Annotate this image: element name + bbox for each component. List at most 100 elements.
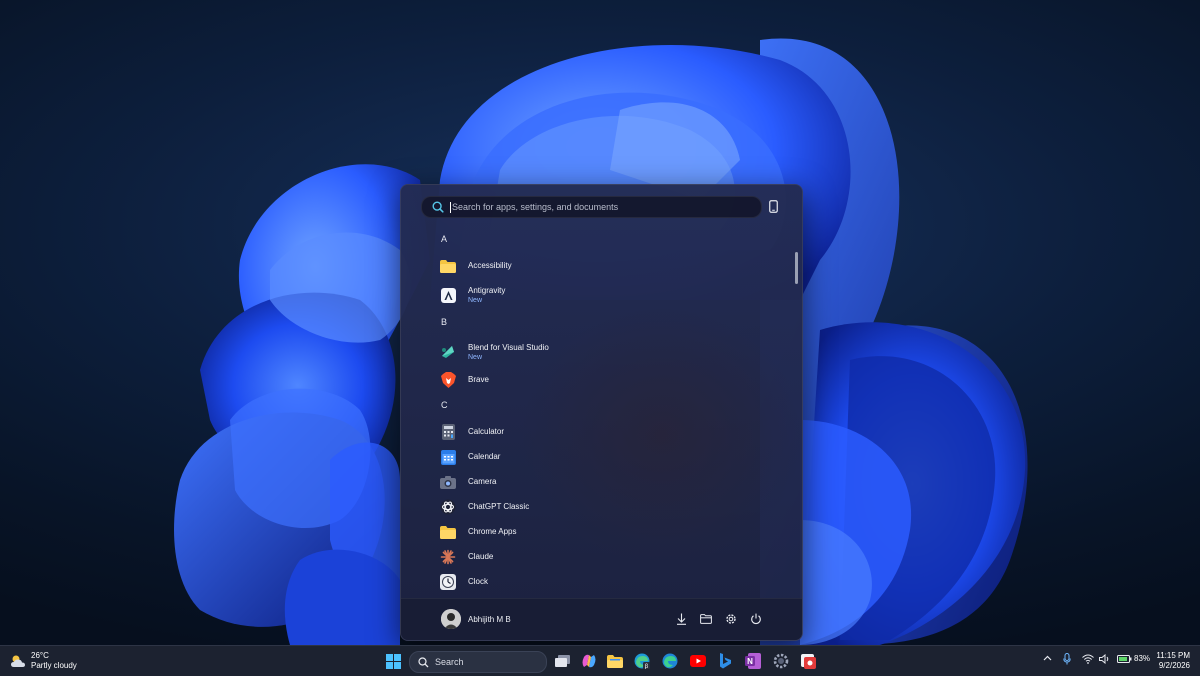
clock-icon [439,573,457,591]
downloads-button[interactable] [674,612,688,626]
edge-beta-icon: β [634,653,650,669]
start-button[interactable] [384,652,402,670]
calendar-icon [439,448,457,466]
svg-text:β: β [645,664,649,669]
app-blend-for-visual-studio[interactable]: Blend for Visual Studio New [439,339,549,365]
app-name: Calculator [468,427,505,436]
start-search-box[interactable] [421,196,762,218]
edge-taskbar[interactable] [661,652,679,670]
app-name: ChatGPT Classic [468,502,530,511]
all-apps-list: A Accessibility Antigravity New B Blend … [401,229,797,599]
new-badge: New [468,353,483,361]
new-badge: New [468,296,483,304]
taskbar: 26°C Partly cloudy Search β N 83% 11:15 … [0,645,1200,676]
folder-outline-icon [700,614,712,624]
app-name: Claude [468,552,494,561]
app-calculator[interactable]: Calculator [439,421,504,443]
folder-icon [439,523,457,541]
app-calendar[interactable]: Calendar [439,446,500,468]
group-header-a[interactable]: A [441,234,447,244]
download-icon [676,613,686,625]
snipping-tool-icon [801,654,816,669]
app-name: Accessibility [468,261,512,270]
clock-date-text: 9/2/2026 [1158,661,1190,670]
show-hidden-icons-button[interactable] [1043,655,1052,661]
battery-status[interactable]: 83% [1117,654,1150,663]
start-menu: A Accessibility Antigravity New B Blend … [400,184,803,641]
partly-cloudy-icon [11,655,25,667]
battery-percent: 83% [1134,654,1151,663]
calculator-icon [439,423,457,441]
speaker-icon [1099,654,1109,664]
user-name[interactable]: Abhijith M B [468,615,511,624]
volume-status[interactable] [1099,654,1111,664]
clock-date[interactable]: 11:15 PM 9/2/2026 [1150,651,1190,671]
youtube-icon [690,655,706,667]
app-chrome-apps[interactable]: Chrome Apps [439,521,516,543]
app-camera[interactable]: Camera [439,471,496,493]
task-view-button[interactable] [553,652,571,670]
start-footer: Abhijith M B [401,598,802,640]
gear-icon [726,614,736,624]
chatgpt-icon [439,498,457,516]
app-claude[interactable]: Claude [439,546,493,568]
windows-logo-icon [385,653,401,669]
app-list-scrollbar[interactable] [795,252,798,284]
app-chatgpt-classic[interactable]: ChatGPT Classic [439,496,529,518]
settings-button[interactable] [724,612,738,626]
app-name: Antigravity [468,285,506,295]
app-name: Brave [468,375,489,384]
battery-charging-icon [1117,654,1132,663]
app-clock[interactable]: Clock [439,571,488,593]
app-name: Calendar [468,452,501,461]
microphone-icon [1063,653,1071,665]
app-antigravity[interactable]: Antigravity New [439,282,505,308]
network-status[interactable] [1082,654,1094,664]
file-explorer-taskbar[interactable] [606,652,624,670]
group-header-c[interactable]: C [441,400,448,410]
phone-link-button[interactable] [766,198,780,214]
power-icon [751,613,761,625]
snipping-tool-taskbar[interactable] [799,652,817,670]
edge-icon [662,653,678,669]
copilot-button[interactable] [580,652,598,670]
app-name: Chrome Apps [468,527,517,536]
weather-widget[interactable]: 26°C Partly cloudy [10,651,77,671]
taskbar-search-label: Search [435,657,464,667]
app-brave[interactable]: Brave [439,369,489,391]
microphone-status[interactable] [1063,653,1071,665]
phone-icon [768,199,778,213]
group-header-b[interactable]: B [441,317,447,327]
power-button[interactable] [749,612,763,626]
user-avatar[interactable] [441,609,461,629]
app-name: Camera [468,477,497,486]
chevron-up-icon [1043,655,1052,661]
app-name: Blend for Visual Studio [468,342,549,352]
weather-temp: 26°C [31,651,49,660]
copilot-icon [582,654,596,668]
weather-condition: Partly cloudy [31,661,77,670]
bing-taskbar[interactable] [716,652,734,670]
onenote-taskbar[interactable]: N [744,652,762,670]
onenote-icon: N [745,653,761,669]
search-icon [432,201,444,213]
camera-icon [439,473,457,491]
wifi-icon [1082,654,1094,664]
settings-taskbar[interactable] [772,652,790,670]
claude-icon [439,548,457,566]
start-search-input[interactable] [452,202,752,212]
brave-lion-icon [439,371,457,389]
folder-icon [439,257,457,275]
file-explorer-button[interactable] [699,612,713,626]
antigravity-icon [439,286,457,304]
blend-icon [439,343,457,361]
app-accessibility[interactable]: Accessibility [439,255,512,277]
edge-beta-taskbar[interactable]: β [633,652,651,670]
clock-time: 11:15 PM [1156,651,1190,660]
file-explorer-icon [607,654,623,668]
search-icon [418,656,429,667]
taskbar-search[interactable]: Search [409,651,547,673]
app-name: Clock [468,577,489,586]
youtube-taskbar[interactable] [689,652,707,670]
gear-icon [773,653,789,669]
